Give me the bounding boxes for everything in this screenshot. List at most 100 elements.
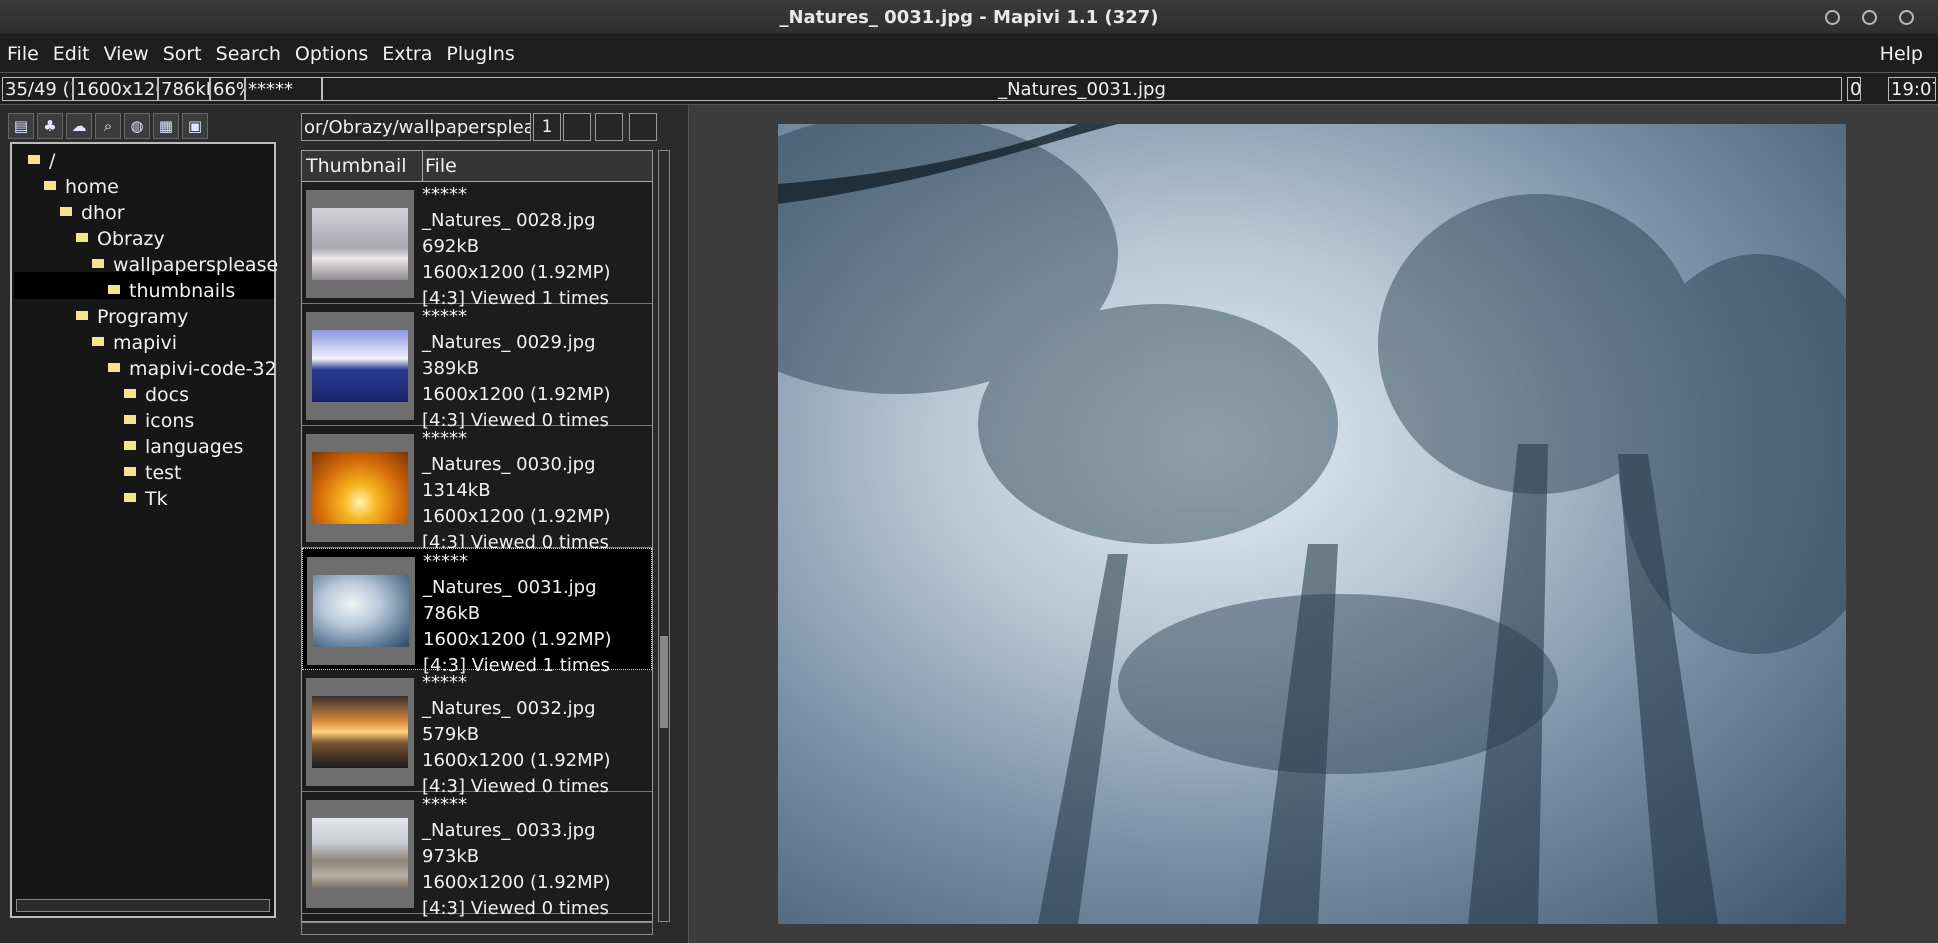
rating-stars[interactable]: *****: [422, 792, 611, 818]
tree-item-programy[interactable]: Programy: [76, 304, 188, 330]
maximize-icon[interactable]: [1862, 10, 1877, 25]
slideshow-icon[interactable]: ▣: [182, 113, 208, 139]
file-name: _Natures_ 0033.jpg: [422, 820, 596, 841]
rating-stars[interactable]: *****: [422, 182, 611, 208]
folder-tree[interactable]: / home dhor Obrazy wallpapersplease thum…: [10, 142, 278, 918]
file-resolution: 1600x1200 (1.92MP): [422, 506, 611, 527]
folder-icon: [108, 363, 120, 372]
folder-icon: [44, 181, 56, 190]
window-title: _Natures_ 0031.jpg - Mapivi 1.1 (327): [779, 6, 1159, 28]
close-icon[interactable]: [1899, 10, 1914, 25]
tree-item-obrazy[interactable]: Obrazy: [76, 226, 165, 252]
menu-view[interactable]: View: [97, 43, 156, 65]
list-item-selected[interactable]: ***** _Natures_ 0031.jpg 786kB 1600x1200…: [302, 548, 652, 676]
toggle-box-1[interactable]: [563, 113, 591, 141]
path-field[interactable]: or/Obrazy/wallpapersplease: [301, 113, 531, 141]
status-position: 35/49 (1): [2, 77, 73, 101]
thumbnail-image: [312, 818, 408, 890]
menu-options[interactable]: Options: [288, 43, 375, 65]
list-item[interactable]: ***** _Natures_ 0032.jpg 579kB 1600x1200…: [302, 670, 652, 797]
tree-item-thumbnails[interactable]: thumbnails: [108, 278, 235, 304]
tree-item-languages[interactable]: languages: [124, 434, 243, 460]
list-item[interactable]: ***** _Natures_ 0033.jpg 973kB 1600x1200…: [302, 792, 652, 919]
thumbnail-image: [312, 330, 408, 402]
rating-stars[interactable]: *****: [422, 670, 611, 696]
status-counter: 0: [1847, 77, 1861, 101]
menu-search[interactable]: Search: [209, 43, 288, 65]
tree-item-tk[interactable]: Tk: [124, 486, 168, 512]
tree-item-home[interactable]: home: [44, 174, 119, 200]
file-size: 973kB: [422, 846, 480, 867]
status-time: 19:07: [1888, 77, 1936, 101]
status-dimensions: 1600x1200: [73, 77, 158, 101]
folder-icon: [76, 233, 88, 242]
tree-horizontal-scrollbar[interactable]: [16, 899, 270, 912]
tree-item-mapivi[interactable]: mapivi: [92, 330, 177, 356]
folder-icon: [124, 415, 136, 424]
file-resolution: 1600x1200 (1.92MP): [422, 384, 611, 405]
list-item[interactable]: ***** _Natures_ 0028.jpg 692kB 1600x1200…: [302, 182, 652, 309]
cloud-icon[interactable]: ☁: [66, 113, 92, 139]
list-header: Thumbnail File: [302, 151, 652, 182]
thumbnail-image: [312, 208, 408, 280]
thumbnail-image: [313, 575, 409, 647]
file-resolution: 1600x1200 (1.92MP): [422, 750, 611, 771]
tree-item-test[interactable]: test: [124, 460, 182, 486]
title-bar: _Natures_ 0031.jpg - Mapivi 1.1 (327): [0, 0, 1938, 35]
file-resolution: 1600x1200 (1.92MP): [423, 629, 612, 650]
tree-item-wallpapersplease[interactable]: wallpapersplease: [92, 252, 278, 278]
scrollbar-thumb[interactable]: [660, 636, 668, 728]
minimize-icon[interactable]: [1825, 10, 1840, 25]
column-thumbnail[interactable]: Thumbnail: [306, 151, 407, 181]
folder-icon: [124, 441, 136, 450]
rating-stars[interactable]: *****: [422, 304, 611, 330]
rating-stars[interactable]: *****: [422, 426, 611, 452]
file-size: 389kB: [422, 358, 480, 379]
file-size: 579kB: [422, 724, 480, 745]
folder-icon: [60, 207, 72, 216]
tree-item-dhor[interactable]: dhor: [60, 200, 125, 226]
file-name: _Natures_ 0028.jpg: [422, 210, 596, 231]
tree-item-docs[interactable]: docs: [124, 382, 189, 408]
palm-tree-icon[interactable]: ♣: [37, 113, 63, 139]
file-name: _Natures_ 0032.jpg: [422, 698, 596, 719]
tree-item-icons[interactable]: icons: [124, 408, 194, 434]
folder-icon: [92, 259, 104, 268]
menu-plugins[interactable]: PlugIns: [439, 43, 521, 65]
list-item[interactable]: ***** _Natures_ 0030.jpg 1314kB 1600x120…: [302, 426, 652, 553]
menu-help[interactable]: Help: [1873, 43, 1930, 65]
path-count: 1: [533, 113, 561, 141]
menu-bar: File Edit View Sort Search Options Extra…: [0, 35, 1938, 72]
thumbnail-list[interactable]: Thumbnail File ***** _Natures_ 0028.jpg …: [301, 150, 653, 922]
list-vertical-scrollbar[interactable]: [658, 150, 670, 922]
thumbnail-frame: [307, 557, 415, 665]
file-name: _Natures_ 0031.jpg: [423, 577, 597, 598]
thumbnail-frame: [306, 190, 414, 298]
magnifier-icon[interactable]: ⌕: [95, 113, 121, 139]
file-name: _Natures_ 0029.jpg: [422, 332, 596, 353]
folder-icon: [124, 467, 136, 476]
column-file[interactable]: File: [422, 151, 457, 181]
toggle-box-3[interactable]: [629, 113, 657, 141]
menu-sort[interactable]: Sort: [156, 43, 209, 65]
file-resolution: 1600x1200 (1.92MP): [422, 262, 611, 283]
globe-icon[interactable]: ◍: [124, 113, 150, 139]
window-controls: [1825, 10, 1914, 25]
calendar-icon[interactable]: ▦: [153, 113, 179, 139]
open-folder-icon[interactable]: ▤: [8, 113, 34, 139]
status-size: 786kB: [158, 77, 210, 101]
file-size: 1314kB: [422, 480, 491, 501]
tree-item-root[interactable]: /: [28, 148, 55, 174]
status-rating[interactable]: *****: [245, 77, 322, 101]
thumbnail-frame: [306, 678, 414, 786]
status-filename: _Natures_0031.jpg: [322, 77, 1842, 101]
menu-extra[interactable]: Extra: [375, 43, 439, 65]
tree-item-mapivi-code[interactable]: mapivi-code-32: [108, 356, 277, 382]
list-item[interactable]: ***** _Natures_ 0029.jpg 389kB 1600x1200…: [302, 304, 652, 431]
list-horizontal-scrollbar[interactable]: [301, 922, 653, 935]
toggle-box-2[interactable]: [595, 113, 623, 141]
folder-icon: [92, 337, 104, 346]
menu-file[interactable]: File: [0, 43, 46, 65]
menu-edit[interactable]: Edit: [46, 43, 97, 65]
rating-stars[interactable]: *****: [423, 549, 612, 575]
